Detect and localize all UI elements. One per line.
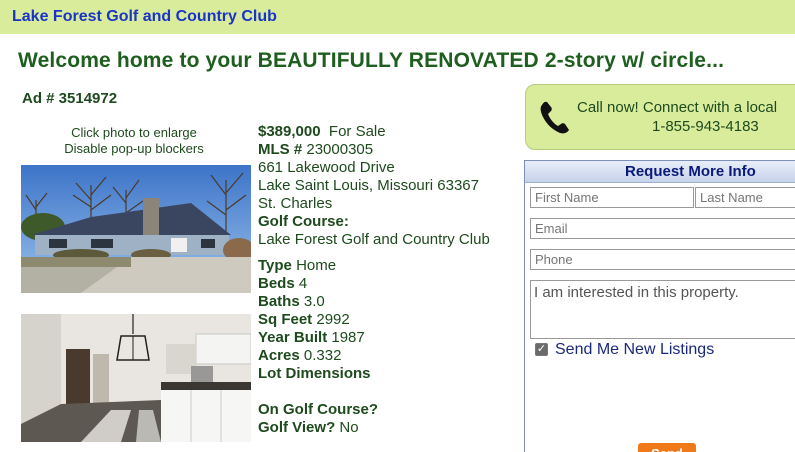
send-listings-checkbox[interactable]: ✓ [535,343,548,356]
type-row: Type Home [258,257,520,275]
phone-icon [540,101,569,134]
street-address: 661 Lakewood Drive [258,159,395,176]
price-row: $389,000 For Sale [258,123,520,141]
beds-value: 4 [298,275,308,292]
acres-value: 0.332 [303,347,342,364]
last-name-input[interactable] [695,187,795,208]
type-value: Home [296,257,337,274]
golf-view-row: Golf View? No [258,419,520,437]
send-button[interactable]: Send [638,443,696,452]
city-state-zip: Lake Saint Louis, Missouri 63367 [258,177,479,194]
email-input[interactable] [530,218,795,239]
county: St. Charles [258,195,333,212]
lot-dimensions-label: Lot Dimensions [258,365,371,382]
baths-label: Baths [258,293,300,310]
price: $389,000 [258,123,321,140]
baths-row: Baths 3.0 [258,293,520,311]
acres-label: Acres [258,347,300,364]
mls-number: 23000305 [306,141,374,158]
mls-row: MLS # 23000305 [258,141,520,159]
on-golf-course-label: On Golf Course? [258,401,378,418]
site-name-link[interactable]: Lake Forest Golf and Country Club [12,8,277,26]
send-listings-label[interactable]: Send Me New Listings [555,341,714,359]
year-built-label: Year Built [258,329,328,346]
phone-input[interactable] [530,249,795,270]
listing-photo-exterior[interactable] [21,165,251,293]
golf-view-label: Golf View? [258,419,336,436]
listing-details: $389,000 For Sale MLS # 23000305 661 Lak… [258,123,520,437]
site-header-bar: Lake Forest Golf and Country Club [0,0,795,34]
photo-hint-enlarge: Click photo to enlarge [71,125,197,140]
request-info-form: Request More Info I am interested in thi… [524,160,795,452]
listing-photo-kitchen[interactable] [21,314,251,442]
photo-hint-popup: Disable pop-up blockers [64,141,204,156]
sqft-value: 2992 [316,311,350,328]
baths-value: 3.0 [303,293,325,310]
sqft-label: Sq Feet [258,311,313,328]
first-name-input[interactable] [530,187,694,208]
listing-status: For Sale [328,123,386,140]
lot-dimensions-row: Lot Dimensions [258,365,520,383]
golf-course-label-text: Golf Course: [258,213,349,230]
on-golf-course-row: On Golf Course? [258,401,520,419]
ad-number: Ad # 3514972 [22,90,118,107]
acres-row: Acres 0.332 [258,347,520,365]
year-built-row: Year Built 1987 [258,329,520,347]
golf-course-name: Lake Forest Golf and Country Club [258,231,490,248]
call-now-text: Call now! Connect with a local [577,99,778,116]
type-label: Type [258,257,292,274]
mls-label: MLS # [258,141,303,158]
golf-course-label: Golf Course: [258,213,520,231]
golf-view-value: No [339,419,359,436]
message-textarea[interactable]: I am interested in this property. [530,280,795,339]
beds-label: Beds [258,275,295,292]
sqft-row: Sq Feet 2992 [258,311,520,329]
call-now-box[interactable]: Call now! Connect with a local 1-855-943… [525,84,795,150]
form-title: Request More Info [525,161,795,183]
phone-number[interactable]: 1-855-943-4183 [652,118,759,135]
year-built-value: 1987 [331,329,365,346]
beds-row: Beds 4 [258,275,520,293]
listing-headline: Welcome home to your BEAUTIFULLY RENOVAT… [18,49,725,72]
